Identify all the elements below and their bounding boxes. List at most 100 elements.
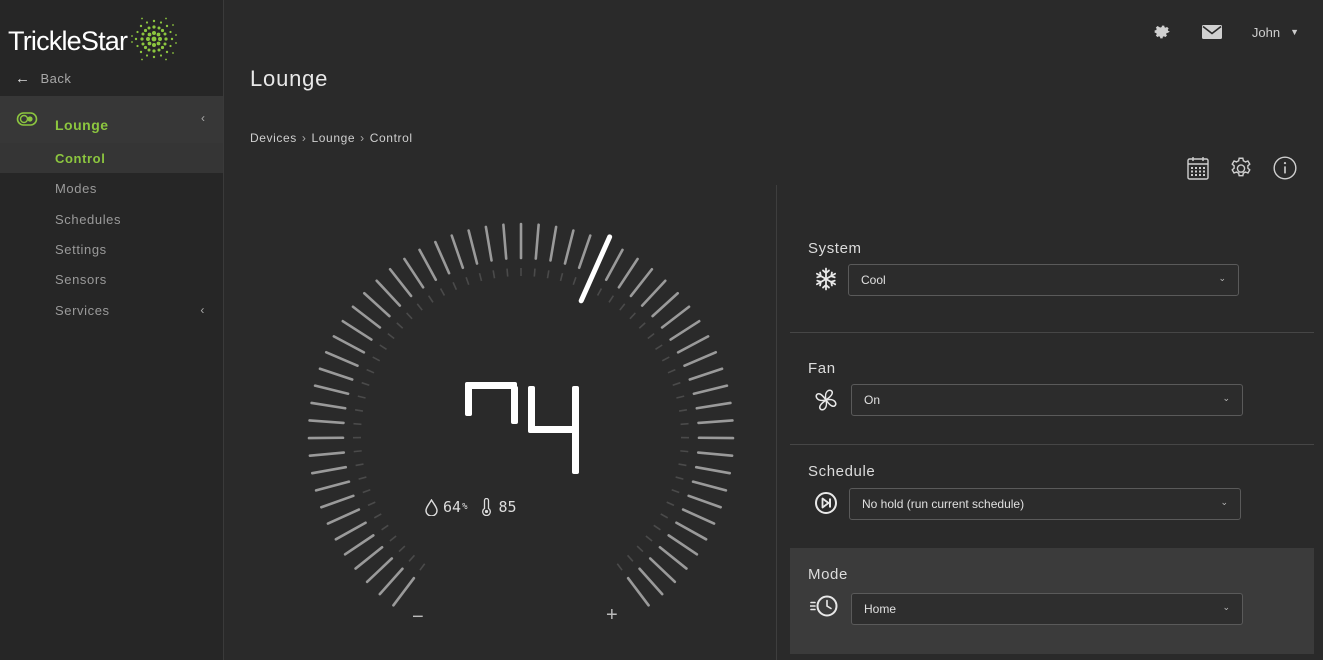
sidebar-item-services[interactable]: Services ‹ xyxy=(0,295,223,325)
back-link[interactable]: ← Back xyxy=(15,70,71,87)
info-icon[interactable] xyxy=(1272,155,1298,181)
sidebar-item-modes[interactable]: Modes xyxy=(0,173,223,203)
chevron-left-icon[interactable]: ‹ xyxy=(201,111,205,125)
dial-minor-tick xyxy=(608,295,615,303)
settings-icon[interactable] xyxy=(1228,155,1254,181)
dial-minor-tick xyxy=(626,554,634,562)
dial-tick xyxy=(651,291,680,318)
setpoint-digits xyxy=(465,382,579,474)
dial-tick xyxy=(667,534,699,556)
control-toolbar xyxy=(1186,155,1316,181)
breadcrumb-control: Control xyxy=(369,131,413,145)
fan-select[interactable]: On ⌄ xyxy=(851,384,1243,416)
dial-tick xyxy=(484,225,493,262)
schedule-value: No hold (run current schedule) xyxy=(862,497,1025,511)
dial-tick xyxy=(676,335,710,354)
dial-tick xyxy=(563,229,575,265)
dial-minor-tick xyxy=(680,422,689,426)
page-title: Lounge xyxy=(250,66,329,91)
dial-minor-tick xyxy=(372,356,381,362)
skip-icon xyxy=(815,492,837,514)
mode-label: Mode xyxy=(808,566,848,583)
dial-minor-tick xyxy=(353,422,362,426)
arrow-left-icon: ← xyxy=(15,70,31,87)
sidebar-item-label: Schedules xyxy=(55,211,122,227)
thermostat-dial[interactable] xyxy=(296,210,746,650)
breadcrumb-devices[interactable]: Devices xyxy=(250,131,297,145)
dial-minor-tick xyxy=(676,395,685,399)
dial-minor-tick xyxy=(636,545,644,553)
thermometer-icon xyxy=(482,498,492,516)
dial-minor-tick xyxy=(358,476,367,480)
dial-tick xyxy=(549,225,558,262)
sensor-readings: 64 % 85 xyxy=(425,498,517,516)
dial-minor-tick xyxy=(367,501,376,507)
dial-minor-tick xyxy=(396,322,404,329)
dial-tick xyxy=(683,350,718,367)
brand-name: TrickleStar xyxy=(8,25,128,56)
dial-minor-tick xyxy=(355,463,364,467)
dial-tick xyxy=(640,279,667,307)
dial-minor-tick xyxy=(406,312,413,320)
panel-divider xyxy=(776,185,777,660)
dial-tick xyxy=(308,451,346,458)
dial-tick xyxy=(450,234,465,270)
gear-icon[interactable] xyxy=(1152,22,1172,42)
sidebar-item-label: Services xyxy=(55,302,110,318)
dial-tick xyxy=(343,534,375,556)
chevron-down-icon: ⌄ xyxy=(1222,602,1230,612)
dial-tick xyxy=(388,267,413,298)
dial-minor-tick xyxy=(478,273,483,282)
dial-minor-tick xyxy=(596,288,603,296)
dial-tick xyxy=(310,401,347,410)
dial-tick xyxy=(626,576,650,607)
dial-minor-tick xyxy=(638,322,646,329)
dial-tick xyxy=(320,494,355,509)
dial-tick xyxy=(658,545,688,570)
mode-select[interactable]: Home ⌄ xyxy=(851,593,1243,625)
calendar-icon[interactable] xyxy=(1186,155,1210,181)
dial-tick xyxy=(310,465,348,475)
dial-tick xyxy=(314,480,351,492)
brand-logo[interactable]: TrickleStar xyxy=(8,17,179,62)
schedule-select[interactable]: No hold (run current schedule) ⌄ xyxy=(849,488,1241,520)
dial-tick xyxy=(660,305,691,329)
sidebar-item-label: Sensors xyxy=(55,271,107,287)
humidity-value: 64 xyxy=(443,498,462,516)
dial-minor-tick xyxy=(671,489,680,494)
system-label: System xyxy=(808,240,862,257)
mail-icon[interactable] xyxy=(1201,25,1222,39)
dial-minor-tick xyxy=(672,381,681,386)
dial-tick xyxy=(502,223,508,260)
dial-minor-tick xyxy=(439,288,446,296)
dial-tick xyxy=(675,521,708,541)
snowflake-icon xyxy=(816,267,837,291)
fan-value: On xyxy=(864,393,881,407)
dial-tick xyxy=(392,576,416,607)
breadcrumb: Devices › Lounge › Control xyxy=(250,131,413,145)
dial-minor-tick xyxy=(452,282,458,290)
system-select[interactable]: Cool ⌄ xyxy=(848,264,1239,296)
chevron-down-icon: ⌄ xyxy=(1218,273,1226,283)
dial-minor-tick xyxy=(667,368,676,374)
dial-tick xyxy=(354,545,384,570)
breadcrumb-lounge[interactable]: Lounge xyxy=(312,131,356,145)
dial-minor-tick xyxy=(655,344,663,350)
dial-minor-tick xyxy=(398,545,406,553)
dial-tick xyxy=(687,494,722,509)
dial-tick xyxy=(365,557,394,584)
increase-setpoint-button[interactable]: + xyxy=(606,604,618,627)
user-menu[interactable]: John ▼ xyxy=(1252,25,1299,40)
sidebar-item-sensors[interactable]: Sensors xyxy=(0,264,223,294)
sidebar-item-label: Settings xyxy=(55,241,107,257)
sidebar-item-settings[interactable]: Settings xyxy=(0,234,223,264)
sidebar-item-schedules[interactable]: Schedules xyxy=(0,204,223,234)
sidebar-item-control[interactable]: Control xyxy=(0,143,223,173)
sidebar-group-lounge[interactable]: Lounge ‹ xyxy=(0,96,223,143)
dial-minor-tick xyxy=(678,409,688,412)
schedule-label: Schedule xyxy=(808,463,876,480)
dial-minor-tick xyxy=(465,276,470,286)
back-label: Back xyxy=(40,71,72,86)
decrease-setpoint-button[interactable]: − xyxy=(412,606,424,629)
section-divider xyxy=(790,444,1314,445)
